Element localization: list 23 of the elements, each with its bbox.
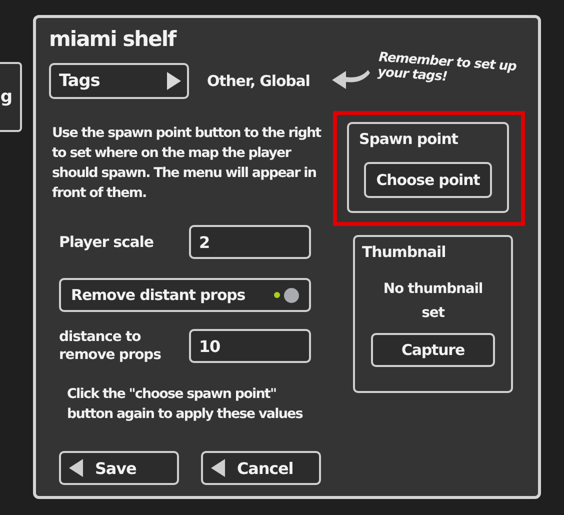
player-scale-field[interactable]: 2 <box>189 225 311 259</box>
tags-button[interactable]: Tags <box>49 63 189 99</box>
toggle-knob <box>284 288 299 302</box>
instructions-text: Use the spawn point button to the right to set where on the map the player should spawn. The menu will appear in front of them. <box>52 124 321 203</box>
note-text: Click the "choose spawn point" button again to apply these values <box>67 385 304 424</box>
play-icon <box>167 72 181 90</box>
panel-text: g <box>0 87 12 107</box>
window-title: miami shelf <box>49 27 178 51</box>
panel-title: Spawn point <box>359 130 460 148</box>
field-label: distance to remove props <box>58 328 162 364</box>
capture-button[interactable]: Capture <box>371 333 495 367</box>
save-button[interactable]: Save <box>59 451 179 485</box>
panel-title: Thumbnail <box>362 243 447 261</box>
field-label: Player scale <box>58 233 154 251</box>
left-triangle-icon <box>211 459 225 477</box>
cancel-button[interactable]: Cancel <box>201 451 321 485</box>
toggle-button[interactable]: Remove distant props <box>59 278 311 312</box>
hint-text: Remember to set up your tags! <box>377 50 518 87</box>
distance-field[interactable]: 10 <box>189 329 311 363</box>
choose-point-button[interactable]: Choose point <box>364 162 492 198</box>
left-triangle-icon <box>69 459 83 477</box>
status-text: No thumbnail set <box>382 280 484 323</box>
tags-value: Other, Global <box>207 72 310 90</box>
